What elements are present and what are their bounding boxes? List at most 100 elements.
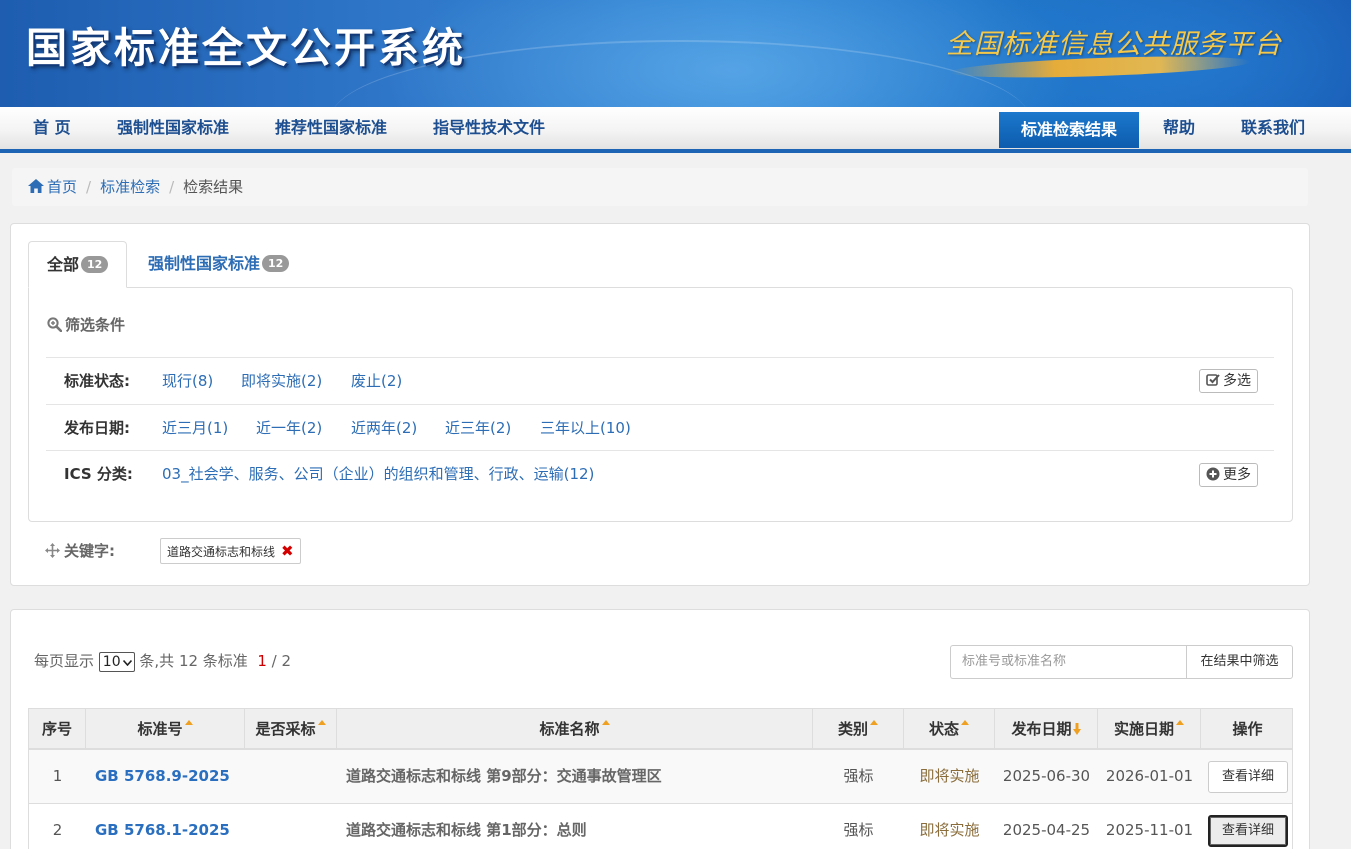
row-implement-date: 2025-11-01	[1105, 821, 1194, 839]
sort-up-icon	[317, 720, 326, 725]
breadcrumb-separator: /	[169, 178, 175, 196]
zoom-search-icon	[47, 317, 63, 333]
row-no: 2	[52, 821, 63, 839]
breadcrumb-separator: /	[86, 178, 92, 196]
count-badge: 12	[262, 255, 290, 272]
main-nav: 首 页 强制性国家标准 推荐性国家标准 指导性技术文件 标准检索结果 帮助 联系…	[0, 107, 1351, 153]
keyword-label-text: 关键字:	[64, 542, 115, 560]
filter-row-ics: ICS 分类: 03_社会学、服务、公司（企业）的组织和管理、行政、运输(12)…	[46, 450, 1274, 498]
row-category: 强标	[843, 767, 874, 785]
per-page-prefix: 每页显示	[34, 652, 95, 670]
keyword-tag: 道路交通标志和标线 ✖	[160, 538, 301, 564]
table-header: 序号 标准号 是否采标 标准名称 类别 状态 发布日期 实施日期 操作	[28, 708, 1293, 750]
site-title: 国家标准全文公开系统	[26, 24, 466, 72]
site-slogan: 全国标准信息公共服务平台	[946, 29, 1282, 60]
row-no: 1	[52, 767, 63, 785]
remove-keyword-icon[interactable]: ✖	[281, 542, 294, 560]
filter-label: 标准状态:	[64, 372, 130, 390]
move-arrows-icon	[45, 543, 60, 558]
sort-up-icon	[961, 720, 969, 725]
col-label: 类别	[837, 720, 868, 738]
nav-home[interactable]: 首 页	[33, 107, 71, 149]
breadcrumb-current: 检索结果	[183, 178, 244, 196]
result-filter-button[interactable]: 在结果中筛选	[1186, 645, 1293, 679]
per-page-select[interactable]: 10	[98, 652, 135, 672]
sort-down-icon	[1072, 723, 1081, 735]
tab-label: 强制性国家标准	[148, 254, 261, 273]
current-page: 1	[257, 652, 267, 670]
row-category: 强标	[843, 821, 874, 839]
view-detail-button[interactable]: 查看详细	[1208, 815, 1288, 847]
nav-search-results[interactable]: 标准检索结果	[999, 112, 1140, 148]
result-filter-input[interactable]: 标准号或标准名称	[950, 645, 1186, 679]
col-label: 实施日期	[1113, 720, 1174, 738]
filter-panel: 全部 12 强制性国家标准 12 筛选条件 标准状态: 现行(8) 即将实施(2) …	[10, 223, 1310, 586]
filter-option-2-years[interactable]: 近两年(2)	[351, 405, 417, 451]
view-detail-button[interactable]: 查看详细	[1208, 761, 1288, 793]
row-publish-date: 2025-06-30	[1002, 767, 1091, 785]
multi-select-button[interactable]: 多选	[1199, 369, 1258, 393]
nav-recommended-standards[interactable]: 推荐性国家标准	[275, 107, 387, 149]
table-row: 2 GB 5768.1-2025 道路交通标志和标线 第1部分：总则 强标 即将…	[28, 804, 1293, 849]
standard-code-link[interactable]: GB 5768.1-2025	[86, 804, 245, 849]
breadcrumb: 首页 / 标准检索 / 检索结果	[12, 168, 1308, 206]
more-button[interactable]: 更多	[1199, 463, 1258, 487]
sort-up-icon	[601, 720, 610, 725]
filter-option-3-months[interactable]: 近三月(1)	[162, 405, 228, 451]
filter-option-upcoming[interactable]: 即将实施(2)	[241, 358, 322, 404]
col-label: 操作	[1232, 720, 1263, 738]
filter-heading: 筛选条件	[47, 314, 125, 335]
site-banner: 国家标准全文公开系统 全国标准信息公共服务平台	[0, 0, 1351, 107]
filter-option-current[interactable]: 现行(8)	[162, 358, 213, 404]
col-action: 操作	[1201, 709, 1294, 748]
col-implement-date[interactable]: 实施日期	[1098, 709, 1201, 748]
standard-name[interactable]: 道路交通标志和标线 第1部分：总则	[337, 804, 813, 849]
breadcrumb-home[interactable]: 首页	[47, 178, 77, 196]
filter-row-status: 标准状态: 现行(8) 即将实施(2) 废止(2) 多选	[46, 357, 1274, 404]
col-code[interactable]: 标准号	[86, 709, 245, 748]
nav-help[interactable]: 帮助	[1163, 107, 1195, 149]
col-status[interactable]: 状态	[904, 709, 995, 748]
keyword-label: 关键字:	[45, 540, 115, 561]
row-adopted	[245, 750, 337, 803]
check-square-icon	[1206, 374, 1220, 386]
tab-label: 全部	[47, 255, 80, 274]
nav-guidance-documents[interactable]: 指导性技术文件	[433, 107, 545, 149]
total-pages: / 2	[266, 652, 292, 670]
sort-up-icon	[1176, 720, 1184, 725]
col-label: 标准号	[137, 720, 183, 738]
col-no: 序号	[29, 709, 86, 748]
row-publish-date: 2025-04-25	[1002, 821, 1091, 839]
per-page-value: 10	[102, 654, 121, 670]
filter-option-ics-03[interactable]: 03_社会学、服务、公司（企业）的组织和管理、行政、运输(12)	[162, 451, 594, 497]
row-status: 即将实施	[919, 767, 980, 785]
col-label: 发布日期	[1011, 720, 1072, 738]
standard-code-link[interactable]: GB 5768.9-2025	[86, 750, 245, 803]
breadcrumb-search[interactable]: 标准检索	[100, 178, 160, 196]
nav-mandatory-standards[interactable]: 强制性国家标准	[117, 107, 229, 149]
filter-option-3-years[interactable]: 近三年(2)	[445, 405, 511, 451]
filter-option-withdrawn[interactable]: 废止(2)	[351, 358, 402, 404]
tab-mandatory[interactable]: 强制性国家标准 12	[130, 241, 307, 288]
tab-all[interactable]: 全部 12	[28, 241, 128, 288]
col-name[interactable]: 标准名称	[337, 709, 813, 748]
filter-option-1-year[interactable]: 近一年(2)	[256, 405, 322, 451]
standard-name[interactable]: 道路交通标志和标线 第9部分：交通事故管理区	[337, 750, 813, 803]
chevron-down-icon	[122, 660, 132, 666]
more-label: 更多	[1223, 467, 1251, 483]
keyword-value: 道路交通标志和标线	[167, 545, 276, 559]
per-page-suffix: 条,共 12 条标准	[139, 652, 248, 670]
filter-option-over-3-years[interactable]: 三年以上(10)	[540, 405, 631, 451]
home-icon	[28, 179, 44, 193]
pagination-info: 每页显示 10 条,共 12 条标准 1 / 2	[34, 650, 291, 672]
row-adopted	[245, 804, 337, 849]
table-row: 1 GB 5768.9-2025 道路交通标志和标线 第9部分：交通事故管理区 …	[28, 750, 1293, 804]
nav-contact[interactable]: 联系我们	[1241, 107, 1305, 149]
col-publish-date[interactable]: 发布日期	[995, 709, 1098, 748]
col-category[interactable]: 类别	[813, 709, 904, 748]
results-panel: 每页显示 10 条,共 12 条标准 1 / 2 标准号或标准名称 在结果中筛选…	[10, 609, 1310, 849]
col-adopted[interactable]: 是否采标	[245, 709, 337, 748]
sort-up-icon	[184, 720, 193, 725]
row-status: 即将实施	[919, 821, 980, 839]
row-action: 查看详细	[1201, 804, 1294, 849]
